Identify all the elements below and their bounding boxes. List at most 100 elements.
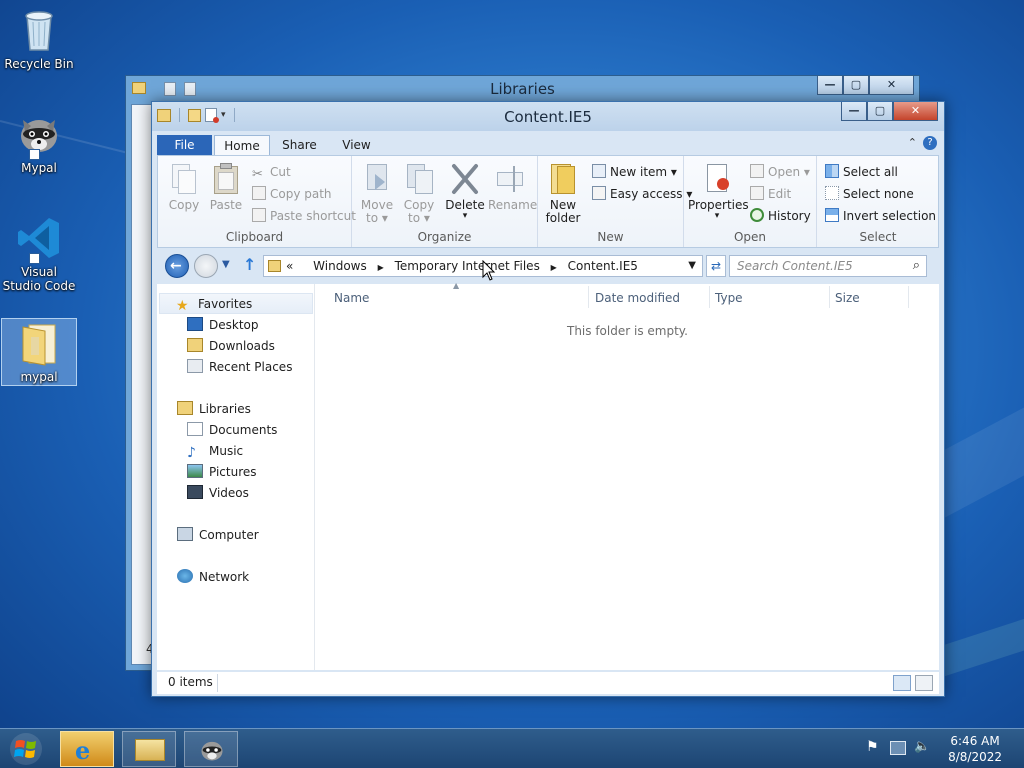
desktop-icon-label: Mypal — [21, 161, 57, 175]
help-icon[interactable]: ? — [923, 136, 937, 150]
new-item-button[interactable]: New item ▾ — [592, 162, 677, 182]
desktop-icon — [187, 317, 203, 331]
column-header-date-modified[interactable]: Date modified — [595, 289, 680, 307]
paste-icon — [210, 162, 242, 196]
nav-item-favorites[interactable]: ★ Favorites — [159, 293, 313, 314]
back-window-qat-icon — [184, 82, 196, 96]
copy-path-button[interactable]: Copy path — [252, 184, 332, 204]
status-bar: 0 items — [157, 672, 939, 694]
up-arrow-icon[interactable]: ↑ — [243, 255, 256, 274]
rename-button[interactable]: Rename — [488, 162, 537, 212]
search-input[interactable]: Search Content.IE5 ⌕ — [729, 255, 927, 277]
maximize-button[interactable]: ▢ — [867, 102, 893, 121]
group-open: Properties ▾ Open ▾ Edit History Open — [684, 156, 817, 247]
select-none-button[interactable]: Select none — [825, 184, 914, 204]
tab-share[interactable]: Share — [272, 135, 327, 156]
column-header-name[interactable]: Name — [334, 289, 369, 307]
title-bar[interactable]: ▾ Content.IE5 — ▢ ✕ — [152, 102, 944, 131]
explorer-window[interactable]: ▾ Content.IE5 — ▢ ✕ File Home Share View… — [151, 101, 945, 697]
ribbon: Copy Paste ✂ Cut Copy path Paste shortcut… — [157, 155, 939, 248]
nav-item-music[interactable]: ♪ Music — [187, 441, 243, 462]
copy-to-button[interactable]: Copy to ▾ — [398, 162, 440, 225]
select-all-button[interactable]: Select all — [825, 162, 898, 182]
large-icons-view-icon[interactable] — [915, 675, 933, 691]
paste-shortcut-button[interactable]: Paste shortcut — [252, 206, 356, 226]
history-button[interactable]: History — [750, 206, 811, 226]
breadcrumb-content-ie5[interactable]: Content.IE5 — [568, 259, 638, 273]
invert-selection-button[interactable]: Invert selection — [825, 206, 936, 226]
nav-item-pictures[interactable]: Pictures — [187, 462, 257, 483]
minimize-button[interactable]: — — [817, 76, 843, 95]
nav-item-computer[interactable]: Computer — [177, 525, 259, 546]
shortcut-arrow-icon — [29, 149, 40, 160]
network-tray-icon[interactable] — [890, 741, 906, 755]
column-divider — [709, 286, 710, 308]
nav-item-network[interactable]: Network — [177, 567, 249, 588]
nav-item-desktop[interactable]: Desktop — [187, 315, 259, 336]
start-button[interactable] — [6, 732, 46, 766]
ribbon-tabs: File Home Share View ⌃ ? — [157, 133, 939, 156]
recent-locations-icon[interactable]: ▼ — [222, 259, 230, 270]
select-none-icon — [825, 186, 839, 200]
close-button[interactable]: ✕ — [869, 76, 914, 95]
tab-home[interactable]: Home — [214, 135, 270, 156]
copy-button[interactable]: Copy — [163, 162, 205, 212]
system-clock[interactable]: 6:46 AM 8/8/2022 — [948, 733, 1002, 765]
details-view-icon[interactable] — [893, 675, 911, 691]
nav-item-libraries[interactable]: Libraries — [177, 399, 251, 420]
content-area: ★ Favorites Desktop Downloads Recent Plac… — [157, 281, 939, 670]
address-dropdown-icon[interactable]: ▼ — [688, 260, 696, 271]
volume-muted-icon[interactable]: 🔈 — [914, 739, 932, 757]
forward-button[interactable] — [194, 254, 218, 278]
paste-button[interactable]: Paste — [205, 162, 247, 212]
nav-item-videos[interactable]: Videos — [187, 483, 249, 504]
back-button[interactable]: ← — [165, 254, 189, 278]
raccoon-icon — [201, 741, 223, 761]
minimize-button[interactable]: — — [841, 102, 867, 121]
nav-item-documents[interactable]: Documents — [187, 420, 277, 441]
breadcrumb-windows[interactable]: Windows — [313, 259, 367, 273]
items-count: 0 items — [168, 675, 213, 689]
new-folder-button[interactable]: New folder — [542, 162, 584, 225]
nav-item-recent-places[interactable]: Recent Places — [187, 357, 292, 378]
minimize-ribbon-icon[interactable]: ⌃ — [908, 136, 917, 150]
edit-button[interactable]: Edit — [750, 184, 791, 204]
taskbar-mypal[interactable] — [184, 731, 238, 767]
tab-file[interactable]: File — [157, 135, 212, 156]
easy-access-button[interactable]: Easy access ▾ — [592, 184, 692, 204]
cut-button[interactable]: ✂ Cut — [252, 162, 291, 182]
shortcut-arrow-icon — [29, 253, 40, 264]
maximize-button[interactable]: ▢ — [843, 76, 869, 95]
move-to-button[interactable]: Move to ▾ — [356, 162, 398, 225]
music-icon: ♪ — [187, 445, 196, 461]
group-select: Select all Select none Invert selection … — [817, 156, 939, 247]
history-icon — [750, 208, 764, 222]
group-label-new: New — [597, 230, 624, 244]
column-header-type[interactable]: Type — [715, 289, 743, 307]
paste-shortcut-icon — [252, 208, 266, 222]
properties-button[interactable]: Properties ▾ — [688, 162, 749, 221]
folder-icon — [15, 319, 63, 367]
delete-button[interactable]: Delete ▾ — [444, 162, 486, 221]
taskbar-file-explorer[interactable] — [122, 731, 176, 767]
taskbar-internet-explorer[interactable]: e — [60, 731, 114, 767]
desktop-icon-mypal[interactable]: Mypal — [1, 110, 77, 175]
action-center-flag-icon[interactable]: ⚑ — [866, 739, 884, 757]
column-header-size[interactable]: Size — [835, 289, 860, 307]
desktop-icon-mypal-folder[interactable]: mypal — [1, 318, 77, 386]
desktop-icon-recycle-bin[interactable]: Recycle Bin — [1, 6, 77, 71]
refresh-button[interactable]: ⇄ — [706, 255, 726, 277]
breadcrumb-overflow[interactable]: « — [286, 259, 293, 273]
group-new: New folder New item ▾ Easy access ▾ New — [538, 156, 692, 247]
breadcrumb-arrow-icon[interactable]: ▶ — [378, 263, 384, 272]
tab-view[interactable]: View — [329, 135, 384, 156]
breadcrumb-temporary-internet-files[interactable]: Temporary Internet Files — [395, 259, 540, 273]
windows-logo-icon — [10, 733, 42, 765]
nav-item-downloads[interactable]: Downloads — [187, 336, 275, 357]
move-to-icon — [361, 162, 393, 196]
mouse-cursor — [482, 260, 496, 281]
close-button[interactable]: ✕ — [893, 102, 938, 121]
breadcrumb-arrow-icon[interactable]: ▶ — [551, 263, 557, 272]
open-button[interactable]: Open ▾ — [750, 162, 810, 182]
desktop-icon-vscode[interactable]: Visual Studio Code — [1, 214, 77, 293]
